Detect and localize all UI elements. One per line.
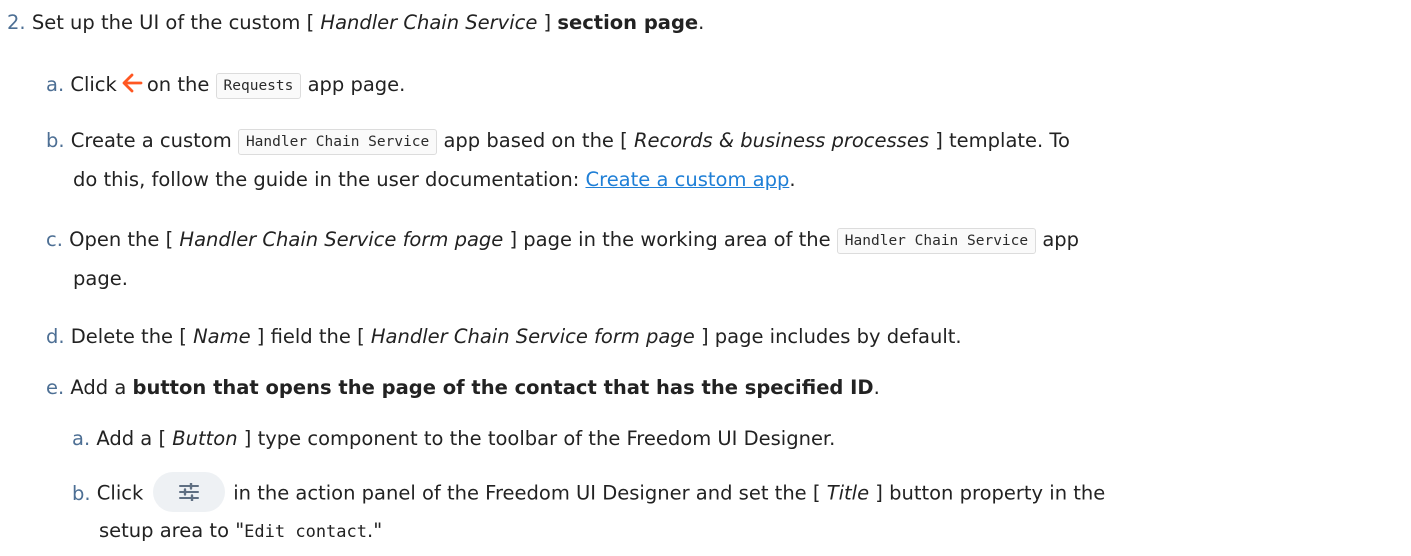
text: ] template. To: [929, 129, 1070, 152]
step-2-line: 2. Set up the UI of the custom [ Handler…: [7, 8, 704, 38]
text: Click: [96, 481, 144, 505]
text: on the: [146, 73, 210, 96]
text: page.: [73, 267, 128, 290]
text: Set up the UI of the custom [: [31, 11, 321, 34]
substep-e-b-line-2: setup area to "Edit contact.": [99, 516, 382, 547]
settings-sliders-icon: [179, 483, 200, 501]
text-italic: Handler Chain Service: [320, 11, 538, 34]
text: app page.: [307, 73, 406, 96]
substep-e-line: e. Add a button that opens the page of t…: [46, 373, 880, 403]
substep-b-line-2: do this, follow the guide in the user do…: [73, 165, 796, 195]
text: ] button property in the: [869, 481, 1106, 505]
code-requests: Requests: [215, 73, 302, 99]
text: ] page in the working area of the: [503, 228, 831, 251]
step-marker: b.: [72, 481, 91, 505]
substep-c-line-2: page.: [73, 264, 128, 294]
text: .: [698, 11, 705, 34]
settings-button[interactable]: [153, 472, 226, 512]
step-marker: d.: [46, 325, 65, 348]
text: Open the [: [69, 228, 180, 251]
text-italic: Title: [826, 481, 870, 505]
code-handler-chain-service: Handler Chain Service: [836, 228, 1037, 254]
text: .: [873, 376, 880, 399]
text: .": [367, 519, 383, 542]
substep-e-b-line-1: b. Click in the action panel of the Freed…: [72, 472, 1106, 514]
text-bold: button that opens the page of the contac…: [132, 376, 874, 399]
code-edit-contact: Edit contact: [244, 522, 367, 542]
text-italic: Name: [193, 325, 251, 348]
text-italic: Handler Chain Service form page: [179, 228, 504, 251]
step-marker: 2.: [7, 11, 26, 34]
text: Add a [: [96, 427, 173, 450]
text-italic: Button: [172, 427, 238, 450]
substep-b-line-1: b. Create a custom Handler Chain Service…: [46, 126, 1070, 156]
text: Delete the [: [70, 325, 194, 348]
text: ] type component to the toolbar of the F…: [237, 427, 836, 450]
create-custom-app-link[interactable]: Create a custom app: [585, 168, 789, 191]
step-marker: a.: [72, 427, 91, 450]
text: app based on the [: [443, 129, 634, 152]
text: ]: [537, 11, 558, 34]
step-marker: a.: [46, 73, 65, 96]
text: do this, follow the guide in the user do…: [73, 168, 586, 191]
step-marker: e.: [46, 376, 65, 399]
substep-e-a-line: a. Add a [ Button ] type component to th…: [72, 424, 835, 454]
back-arrow-icon: [120, 71, 144, 104]
text: ] page includes by default.: [694, 325, 962, 348]
text: Add a: [70, 376, 133, 399]
substep-d-line: d. Delete the [ Name ] field the [ Handl…: [46, 322, 962, 352]
text-italic: Handler Chain Service form page: [370, 325, 695, 348]
text: setup area to ": [99, 519, 245, 542]
text: Create a custom: [70, 129, 232, 152]
step-marker: b.: [46, 129, 65, 152]
text-bold: section page: [557, 11, 699, 34]
text: .: [789, 168, 796, 191]
substep-a-line: a. Click on the Requests app page.: [46, 70, 405, 104]
substep-c-line-1: c. Open the [ Handler Chain Service form…: [46, 225, 1079, 255]
text: in the action panel of the Freedom UI De…: [233, 481, 827, 505]
code-handler-chain-service: Handler Chain Service: [237, 129, 438, 155]
step-marker: c.: [46, 228, 63, 251]
text: Click: [70, 73, 117, 96]
text-italic: Records & business processes: [633, 129, 929, 152]
text: app: [1042, 228, 1080, 251]
text: ] field the [: [250, 325, 371, 348]
